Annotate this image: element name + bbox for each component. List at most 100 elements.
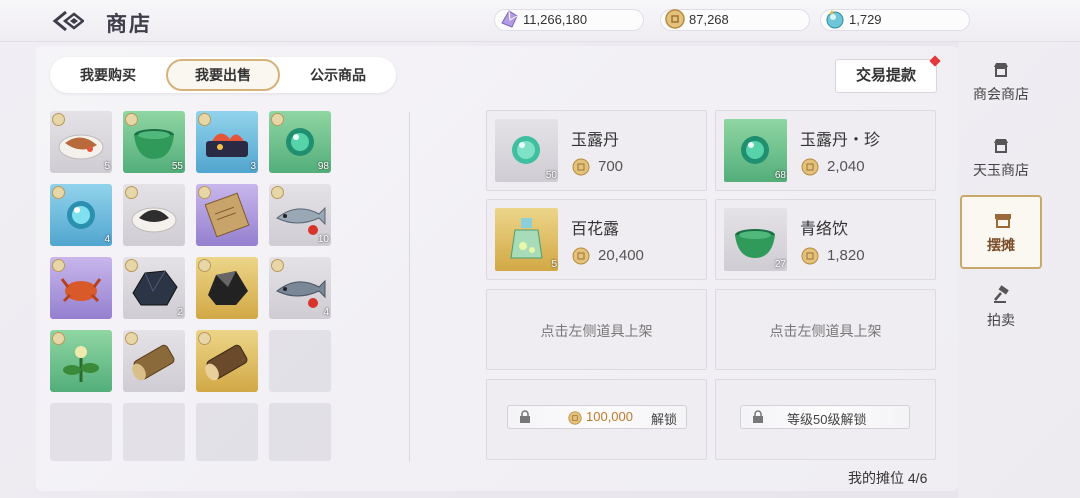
stall-count: 我的摊位 4/6 — [848, 470, 928, 486]
bound-badge-icon — [271, 259, 284, 272]
item-count: 4 — [104, 234, 110, 245]
empty-stall-slot[interactable]: 点击左侧道具上架 — [715, 289, 936, 370]
bound-badge-icon — [52, 113, 65, 126]
coin-icon — [801, 158, 819, 176]
inventory-slot-grilled-fish-dish[interactable]: 5 — [50, 111, 112, 173]
unlock-label: 解锁 — [651, 412, 678, 427]
empty-stall-slot[interactable]: 点击左侧道具上架 — [486, 289, 707, 370]
coin-icon — [568, 411, 582, 425]
inventory-slot-golden-log[interactable] — [196, 330, 258, 392]
tab-public[interactable]: 公示商品 — [288, 59, 388, 91]
stall-card[interactable]: 50 玉露丹 700 — [486, 110, 707, 191]
item-count: 5 — [104, 161, 110, 172]
crystal-currency: 11,266,180 — [494, 9, 644, 31]
sidebar-item-guild-shop[interactable]: 商会商店 — [960, 46, 1042, 118]
jade-amount: 1,729 — [849, 12, 882, 27]
empty-stall-text: 点击左侧道具上架 — [540, 323, 653, 339]
inventory-slot-jade-bowl[interactable]: 55 — [123, 111, 185, 173]
top-bar: 商店 11,266,180 87,268 1,729 — [0, 0, 1080, 42]
inventory-slot-green-herb[interactable] — [50, 330, 112, 392]
inventory-slot-black-ore[interactable] — [196, 257, 258, 319]
coin-icon — [572, 158, 590, 176]
inventory-slot-silver-fish[interactable]: 10 — [269, 184, 331, 246]
bound-badge-icon — [125, 113, 138, 126]
item-qty: 68 — [774, 170, 786, 181]
item-price: 1,820 — [827, 247, 865, 264]
item-qty: 50 — [545, 170, 557, 181]
inventory-slot-dark-ore[interactable]: 2 — [123, 257, 185, 319]
item-count: 4 — [323, 307, 329, 318]
sidebar-item-label: 商会商店 — [973, 86, 1029, 102]
unlock-button[interactable]: 100,000 解锁 — [507, 405, 687, 429]
item-count: 55 — [171, 161, 183, 172]
item-price: 20,400 — [598, 247, 644, 264]
locked-stall-slot: 等级50级解锁 — [715, 379, 936, 460]
item-count: 3 — [250, 161, 256, 172]
sidebar-item-stall[interactable]: 摆摊 — [960, 195, 1042, 269]
inventory-slot-blue-pearl[interactable]: 4 — [50, 184, 112, 246]
empty-stall-text: 点击左侧道具上架 — [769, 323, 882, 339]
bound-badge-icon — [52, 332, 65, 345]
lock-icon — [520, 410, 530, 423]
stall-icon — [995, 214, 1011, 228]
tab-sell[interactable]: 我要出售 — [166, 59, 280, 91]
withdraw-button[interactable]: 交易提款 — [835, 59, 937, 93]
shop-icon — [994, 63, 1008, 77]
inventory-slot-dark-herb-dish[interactable] — [123, 184, 185, 246]
item-count: 10 — [317, 234, 329, 245]
level-unlock-label: 等级50级解锁 — [787, 412, 867, 427]
unlock-price: 100,000 — [586, 409, 633, 424]
locked-stall-slot[interactable]: 100,000 解锁 — [486, 379, 707, 460]
tab-buy[interactable]: 我要购买 — [58, 59, 158, 91]
lock-icon — [753, 410, 763, 423]
inventory-slot-empty — [269, 403, 331, 461]
item-count: 2 — [177, 307, 183, 318]
inventory-slot-empty — [50, 403, 112, 461]
inventory-slot-sashimi-platter[interactable]: 3 — [196, 111, 258, 173]
bound-badge-icon — [271, 113, 284, 126]
stall-card[interactable]: 68 玉露丹・珍 2,040 — [715, 110, 936, 191]
sidebar-item-label: 摆摊 — [987, 237, 1015, 253]
page-title: 商店 — [106, 13, 152, 36]
coin-amount: 87,268 — [689, 12, 729, 27]
bound-badge-icon — [125, 332, 138, 345]
item-price: 2,040 — [827, 158, 865, 175]
inventory-slot-jade-pearl[interactable]: 98 — [269, 111, 331, 173]
gavel-icon — [994, 285, 1009, 303]
sidebar-item-jade-shop[interactable]: 天玉商店 — [960, 122, 1042, 194]
bound-badge-icon — [198, 186, 211, 199]
item-count: 98 — [317, 161, 329, 172]
coin-currency: 87,268 — [660, 9, 810, 31]
inventory-slot-red-crab[interactable] — [50, 257, 112, 319]
coin-icon — [665, 9, 685, 29]
inventory-slot-grey-fish[interactable]: 4 — [269, 257, 331, 319]
item-qty: 27 — [774, 259, 786, 270]
divider — [409, 112, 410, 462]
inventory-slot-empty — [269, 330, 331, 392]
trade-tabs: 我要购买 我要出售 公示商品 — [50, 57, 396, 93]
bound-badge-icon — [125, 259, 138, 272]
inventory-slot-empty — [196, 403, 258, 461]
coin-icon — [572, 247, 590, 265]
level-lock-bar: 等级50级解锁 — [740, 405, 910, 429]
item-name: 百花露 — [571, 221, 620, 238]
item-icon — [495, 208, 558, 271]
jade-currency: 1,729 — [820, 9, 970, 31]
sidebar-item-label: 拍卖 — [987, 312, 1015, 328]
coin-icon — [801, 247, 819, 265]
back-arrow-icon[interactable] — [52, 9, 84, 33]
stall-card[interactable]: 5 百花露 20,400 — [486, 199, 707, 280]
inventory-slot-wood-log[interactable] — [123, 330, 185, 392]
crystal-icon — [501, 10, 518, 28]
item-price: 700 — [598, 158, 624, 175]
bound-badge-icon — [198, 113, 211, 126]
item-name: 青络饮 — [800, 221, 849, 238]
item-qty: 5 — [551, 259, 557, 270]
sidebar-item-auction[interactable]: 拍卖 — [960, 272, 1042, 344]
shop-icon — [994, 139, 1008, 153]
stall-card[interactable]: 27 青络饮 1,820 — [715, 199, 936, 280]
sidebar-item-label: 天玉商店 — [973, 162, 1029, 178]
bound-badge-icon — [198, 259, 211, 272]
inventory-slot-empty — [123, 403, 185, 461]
inventory-slot-wooden-manual[interactable] — [196, 184, 258, 246]
